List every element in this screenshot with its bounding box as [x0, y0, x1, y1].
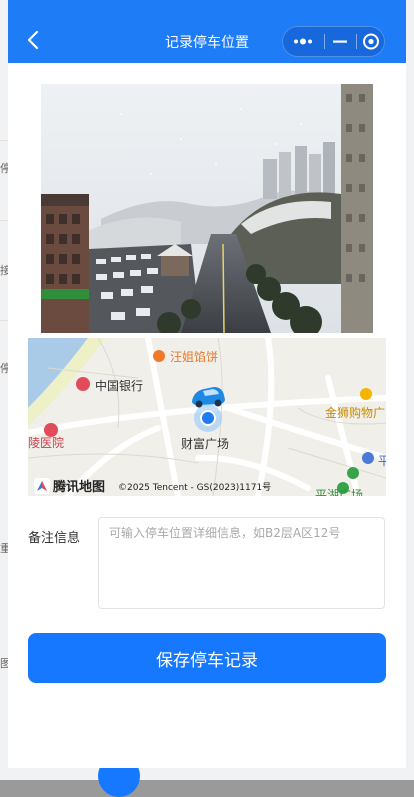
miniapp-capsule [282, 26, 385, 57]
capsule-divider [324, 34, 325, 49]
map-label-bank: 中国银行 [95, 379, 144, 393]
close-circle-icon [363, 33, 379, 50]
map-label-store: 金狮购物广 [325, 406, 386, 420]
map-label-square: 平湖广场 [315, 488, 364, 496]
snowy-street-photo [41, 84, 373, 333]
map-label-edge: 平 [378, 454, 386, 468]
close-button[interactable] [359, 27, 383, 56]
parking-photo[interactable] [41, 84, 373, 333]
more-dots-icon [294, 38, 312, 45]
map-logo-text: 腾讯地图 [53, 480, 106, 495]
note-label: 备注信息 [28, 531, 81, 546]
minimize-button[interactable] [328, 27, 352, 56]
note-input[interactable] [98, 517, 385, 609]
navbar: 记录停车位置 [8, 0, 406, 63]
map-copyright: ©2025 Tencent - GS(2023)1171号 [118, 483, 272, 493]
map-label-hospital: 陵医院 [28, 436, 65, 450]
tencent-map-logo-icon [34, 478, 50, 494]
parking-map[interactable]: 汪姐馅饼 中国银行 财富广场 金狮购物广 陵医院 平湖广场 平 腾讯地图 ©20… [28, 338, 386, 496]
car-marker-icon [192, 387, 225, 408]
save-record-button[interactable]: 保存停车记录 [28, 633, 386, 683]
minimize-icon [333, 40, 347, 43]
car-marker [188, 381, 228, 409]
capsule-divider [356, 34, 357, 49]
parking-record-sheet: 记录停车位置 汪姐馅饼 中国银行 财富广场 金狮购物广 陵医院 平湖广场 平 腾… [8, 0, 406, 768]
more-button[interactable] [285, 27, 321, 56]
map-label-restaurant: 汪姐馅饼 [170, 350, 219, 364]
